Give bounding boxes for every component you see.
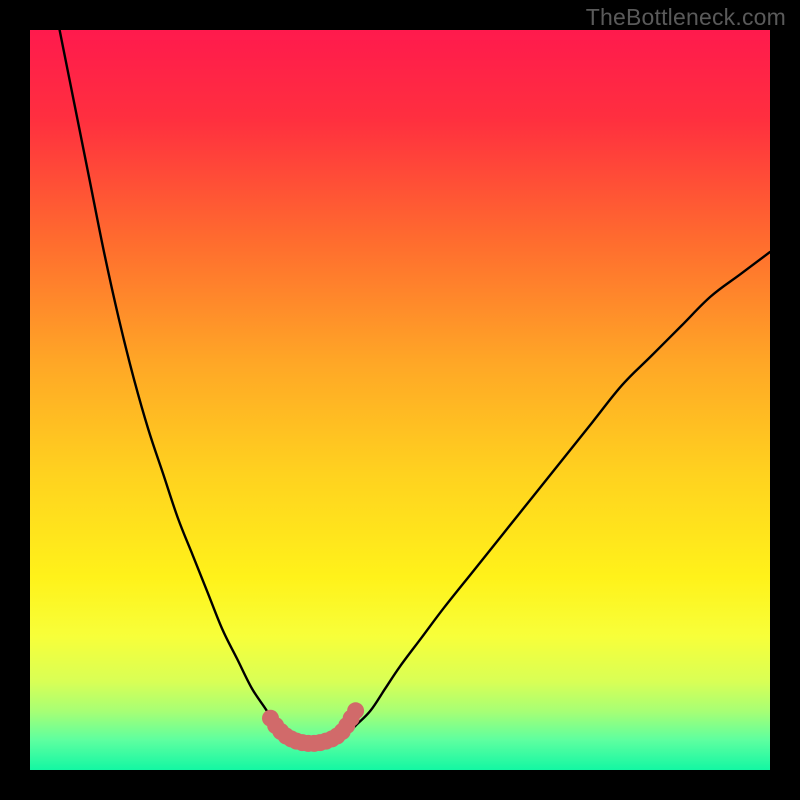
left-curve <box>60 30 289 740</box>
curve-layer <box>30 30 770 770</box>
right-curve <box>341 252 770 740</box>
watermark-text: TheBottleneck.com <box>586 4 786 31</box>
outer-frame: TheBottleneck.com <box>0 0 800 800</box>
highlight-markers <box>262 702 364 752</box>
plot-area <box>30 30 770 770</box>
highlight-marker <box>347 702 364 719</box>
